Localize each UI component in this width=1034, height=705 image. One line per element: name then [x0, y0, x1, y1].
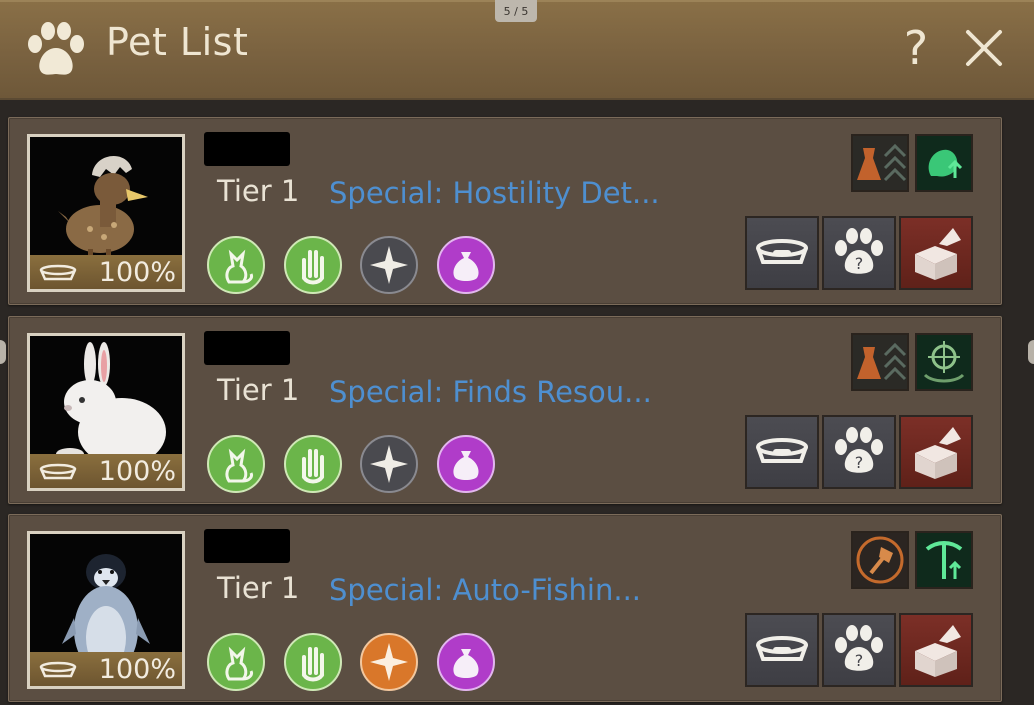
help-button[interactable]: ? [896, 22, 936, 74]
loot-bag-icon[interactable] [437, 435, 495, 493]
pet-special-skill[interactable]: Special: Finds Resou... [329, 375, 652, 409]
compass-icon[interactable] [360, 236, 418, 294]
pet-tier: Tier 1 [217, 373, 300, 407]
feed-button[interactable] [745, 216, 819, 290]
seal-button[interactable] [899, 415, 973, 489]
pet-special-skill[interactable]: Special: Hostility Det... [329, 176, 660, 210]
hand-icon[interactable] [284, 435, 342, 493]
hunger-bar: 100% [30, 255, 182, 289]
scroll-right-handle[interactable] [1028, 340, 1034, 364]
axe-talent-icon[interactable] [851, 531, 909, 589]
scroll-left-handle[interactable] [0, 340, 6, 364]
loot-bag-icon[interactable] [437, 633, 495, 691]
pet-card[interactable]: 100% Tier 1 Special: Finds Resou... ? [8, 316, 1002, 504]
cat-icon[interactable] [207, 435, 265, 493]
pet-info-button[interactable]: ? [822, 613, 896, 687]
feed-button[interactable] [745, 415, 819, 489]
hand-icon[interactable] [284, 633, 342, 691]
seal-button[interactable] [899, 216, 973, 290]
pet-tier: Tier 1 [217, 174, 300, 208]
page-indicator: 5 / 5 [495, 0, 537, 22]
pet-portrait[interactable]: 100% [27, 333, 185, 491]
window-title: Pet List [106, 20, 249, 64]
feed-button[interactable] [745, 613, 819, 687]
pet-tier: Tier 1 [217, 571, 300, 605]
pet-name-redacted [204, 529, 290, 563]
cat-icon[interactable] [207, 633, 265, 691]
pet-card[interactable]: 100% Tier 1 Special: Auto-Fishin... ? [8, 514, 1002, 702]
svg-text:?: ? [855, 254, 864, 273]
paw-icon [28, 22, 84, 75]
pet-name-redacted [204, 132, 290, 166]
hunger-value: 100% [98, 257, 176, 288]
target-talent-icon[interactable] [915, 333, 973, 391]
pet-portrait[interactable]: 100% [27, 134, 185, 292]
hunger-bar: 100% [30, 454, 182, 488]
hunger-value: 100% [98, 654, 176, 685]
pet-portrait[interactable]: 100% [27, 531, 185, 689]
food-bowl-icon [39, 264, 77, 281]
compass-icon[interactable] [360, 633, 418, 691]
pet-info-button[interactable]: ? [822, 216, 896, 290]
close-icon[interactable] [962, 26, 1006, 70]
pet-card[interactable]: 100% Tier 1 Special: Hostility Det... ? [8, 117, 1002, 305]
alchemy-talent-icon[interactable] [851, 134, 909, 192]
alchemy-talent-icon[interactable] [851, 333, 909, 391]
seal-button[interactable] [899, 613, 973, 687]
hunger-value: 100% [98, 456, 176, 487]
loot-bag-icon[interactable] [437, 236, 495, 294]
hand-icon[interactable] [284, 236, 342, 294]
hunger-bar: 100% [30, 652, 182, 686]
pet-special-skill[interactable]: Special: Auto-Fishin... [329, 573, 641, 607]
compass-icon[interactable] [360, 435, 418, 493]
pet-name-redacted [204, 331, 290, 365]
food-bowl-icon [39, 661, 77, 678]
gathering-talent-icon[interactable] [915, 134, 973, 192]
svg-text:?: ? [855, 453, 864, 472]
svg-text:?: ? [855, 651, 864, 670]
mining-talent-icon[interactable] [915, 531, 973, 589]
pet-info-button[interactable]: ? [822, 415, 896, 489]
cat-icon[interactable] [207, 236, 265, 294]
food-bowl-icon [39, 463, 77, 480]
